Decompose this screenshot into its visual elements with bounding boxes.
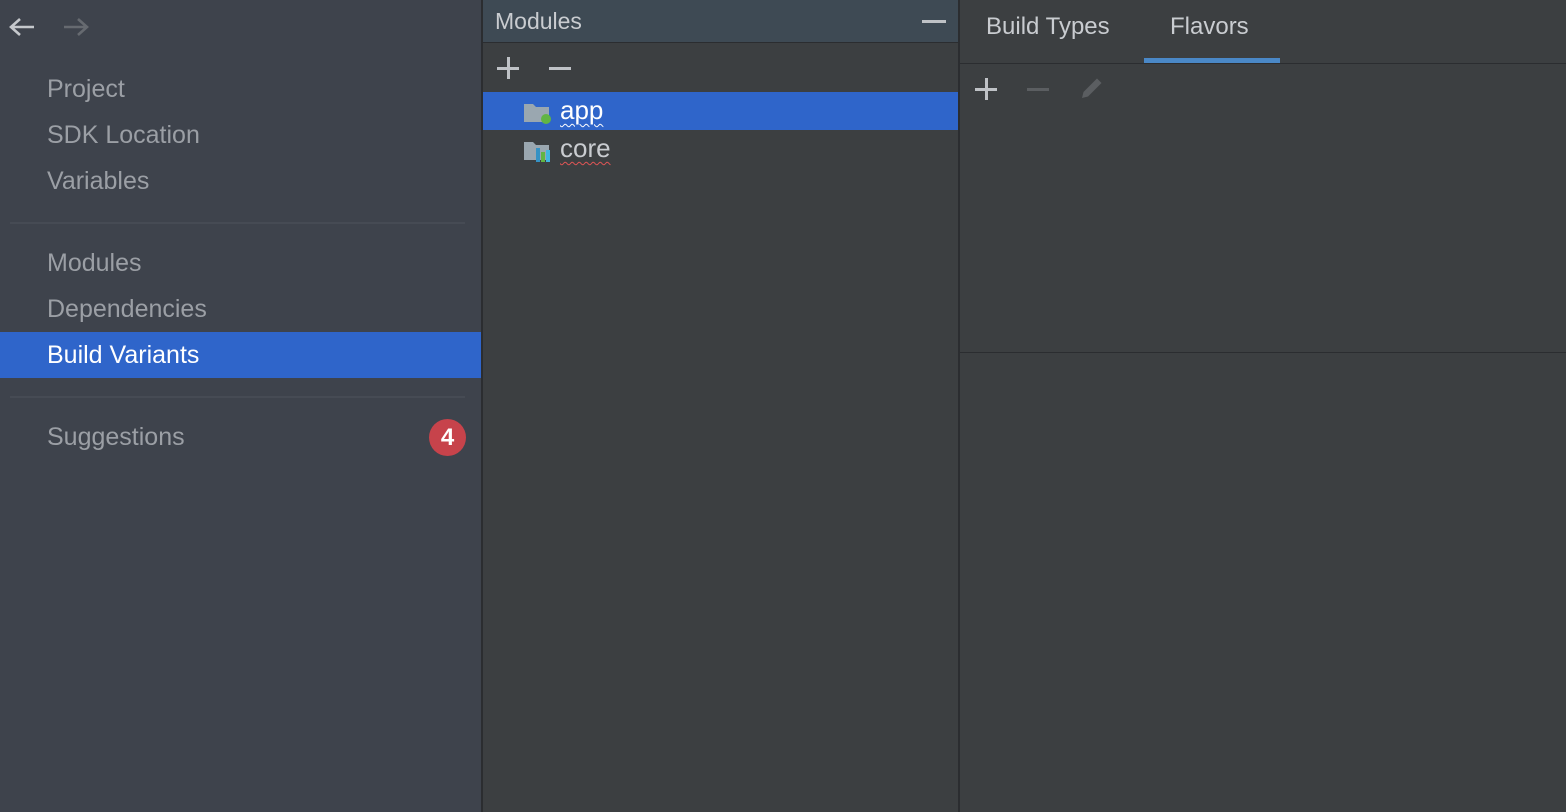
add-flavor-button[interactable] [975, 78, 997, 100]
build-variants-panel: Build Types Flavors [960, 0, 1566, 812]
add-module-button[interactable] [497, 57, 519, 79]
tab-build-types[interactable]: Build Types [986, 13, 1110, 41]
modules-header: Modules [483, 0, 958, 43]
tab-flavors[interactable]: Flavors [1170, 13, 1249, 41]
nav-group-suggestions: Suggestions 4 [0, 414, 481, 460]
sidebar-item-label: Build Variants [47, 341, 200, 369]
sidebar-item-dependencies[interactable]: Dependencies [0, 286, 481, 332]
minimize-icon[interactable] [922, 20, 946, 23]
minus-icon [549, 67, 571, 70]
modules-title: Modules [495, 8, 582, 34]
sidebar-item-label: Variables [47, 167, 150, 195]
nav-group-project: Project SDK Location Variables [0, 66, 481, 204]
forward-arrow-icon[interactable] [62, 12, 90, 42]
edit-flavor-button[interactable] [1078, 74, 1102, 98]
sidebar-item-label: Suggestions [47, 423, 185, 451]
minus-icon [1027, 88, 1049, 91]
sidebar-item-label: Dependencies [47, 295, 207, 323]
suggestions-count-badge: 4 [429, 419, 466, 456]
sidebar-separator [10, 222, 465, 224]
sidebar-separator [10, 396, 465, 398]
sidebar-item-suggestions[interactable]: Suggestions 4 [0, 414, 481, 460]
active-tab-indicator [1144, 58, 1280, 63]
panel-split-line [960, 352, 1566, 353]
nav-group-modules: Modules Dependencies Build Variants [0, 240, 481, 378]
sidebar-item-build-variants[interactable]: Build Variants [0, 332, 481, 378]
sidebar-item-project[interactable]: Project [0, 66, 481, 112]
remove-flavor-button[interactable] [1027, 78, 1049, 100]
module-label: core [560, 133, 611, 163]
library-module-icon [523, 139, 553, 163]
sidebar: Project SDK Location Variables Modules D… [0, 0, 481, 812]
tab-bar: Build Types Flavors [960, 0, 1566, 64]
module-label: app [560, 95, 604, 125]
sidebar-item-variables[interactable]: Variables [0, 158, 481, 204]
flavors-toolbar [960, 64, 1566, 114]
sidebar-item-modules[interactable]: Modules [0, 240, 481, 286]
remove-module-button[interactable] [549, 57, 571, 79]
navigation-arrows [8, 12, 90, 42]
pencil-icon [1082, 78, 1102, 98]
sidebar-item-label: SDK Location [47, 121, 200, 149]
module-item-app[interactable]: app [483, 92, 958, 130]
sidebar-item-label: Project [47, 75, 125, 103]
module-item-core[interactable]: core [483, 130, 958, 168]
back-arrow-icon[interactable] [8, 12, 36, 42]
android-app-module-icon [523, 101, 553, 125]
sidebar-item-label: Modules [47, 249, 142, 277]
modules-toolbar [483, 43, 958, 91]
sidebar-item-sdk-location[interactable]: SDK Location [0, 112, 481, 158]
modules-panel: Modules app core [483, 0, 958, 812]
